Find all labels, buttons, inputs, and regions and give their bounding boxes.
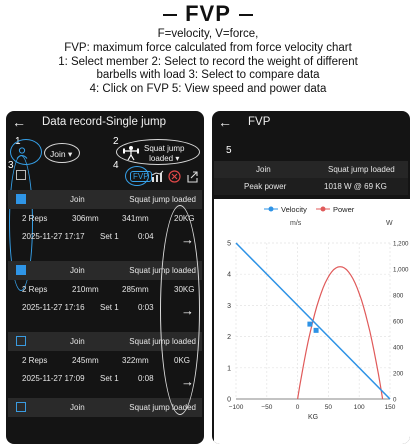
- annotation-4: 4: [113, 160, 119, 171]
- x-tick-label: −50: [261, 404, 272, 411]
- x-tick-label: 50: [325, 404, 333, 411]
- desc-line: FVP: maximum force calculated from force…: [64, 41, 352, 54]
- record-member: Join: [70, 266, 85, 275]
- record-member: Join: [70, 403, 85, 412]
- record-height1: 210mm: [72, 285, 99, 294]
- share-icon[interactable]: [186, 170, 199, 183]
- y-left-tick-label: 1: [227, 365, 231, 372]
- record-reps: 2 Reps: [22, 214, 48, 223]
- peak-row: Peak power 1018 W @ 69 KG: [214, 178, 408, 195]
- member-row: Join Squat jump loaded: [214, 161, 408, 178]
- record-checkbox[interactable]: [16, 265, 26, 275]
- record-reps: 2 Reps: [22, 285, 48, 294]
- peak-value: 1018 W @ 69 KG: [324, 182, 387, 191]
- record-reps: 2 Reps: [22, 356, 48, 365]
- member-name: Join: [256, 165, 271, 174]
- load-type: Squat jump loaded: [328, 165, 395, 174]
- page-title: FVP: [248, 116, 271, 128]
- x-tick-label: 0: [296, 404, 300, 411]
- highlight-ring: [125, 166, 149, 186]
- arrow-left-icon[interactable]: ←: [12, 114, 26, 130]
- record-height2: 322mm: [122, 356, 149, 365]
- x-tick-label: 150: [385, 404, 396, 411]
- record-checkbox[interactable]: [16, 402, 26, 412]
- y-left-tick-label: 3: [227, 303, 231, 310]
- velocity-data-point: [313, 327, 319, 333]
- y-right-tick-label: 1,200: [393, 241, 409, 248]
- record-height2: 341mm: [122, 214, 149, 223]
- y-right-tick-label: 800: [393, 293, 404, 300]
- desc-line: barbells with load 3: Select to compare …: [96, 69, 320, 82]
- page-title: Data record-Single jump: [42, 116, 167, 128]
- left-screen: ← Data record-Single jump 1 2 3 4 Join ▾…: [6, 111, 204, 444]
- legend-velocity-label: Velocity: [281, 205, 307, 214]
- y-left-tick-label: 2: [227, 334, 231, 341]
- header-title: FVP: [0, 1, 416, 27]
- record-checkbox[interactable]: [16, 336, 26, 346]
- record-load-type: Squat jump loaded: [129, 195, 196, 204]
- y-left-unit: m/s: [290, 220, 302, 227]
- y-left-tick-label: 4: [227, 272, 231, 279]
- arrow-left-icon[interactable]: ←: [218, 114, 232, 130]
- desc-line: F=velocity, V=force,: [157, 28, 259, 40]
- record-date: 2025-11-27 17:17: [22, 232, 85, 241]
- fvp-chart-svg: Velocity Powerm/s W01234502004006008001,00…: [227, 205, 409, 421]
- right-screen: ← FVP 5 Join Squat jump loaded Peak powe…: [212, 111, 410, 444]
- member-select-label: Join ▾: [50, 149, 73, 159]
- record-time: 0:04: [138, 232, 154, 241]
- record-date: 2025-11-27 17:16: [22, 303, 85, 312]
- highlight-ring: [160, 205, 200, 415]
- record-set: Set 1: [100, 232, 119, 241]
- record-time: 0:03: [138, 303, 154, 312]
- desc-line: 1: Select member 2: Select to record the…: [58, 55, 358, 68]
- record-header: Join Squat jump loaded: [8, 190, 202, 209]
- y-right-tick-label: 400: [393, 345, 404, 352]
- record-set: Set 1: [100, 374, 119, 383]
- chart-icon[interactable]: [151, 170, 164, 183]
- top-bar: ← Data record-Single jump: [6, 111, 204, 135]
- record-height1: 245mm: [72, 356, 99, 365]
- x-axis-label: KG: [308, 414, 318, 421]
- y-left-tick-label: 5: [227, 241, 231, 248]
- y-right-unit: W: [386, 220, 393, 227]
- y-right-tick-label: 600: [393, 319, 404, 326]
- legend-power-label: Power: [333, 205, 355, 214]
- x-tick-label: −100: [229, 404, 244, 411]
- x-tick-label: 100: [354, 404, 365, 411]
- record-member: Join: [70, 337, 85, 346]
- annotation-2: 2: [113, 136, 119, 147]
- record-date: 2025-11-27 17:09: [22, 374, 85, 383]
- record-checkbox[interactable]: [16, 194, 26, 204]
- record-height1: 306mm: [72, 214, 99, 223]
- y-right-tick-label: 200: [393, 371, 404, 378]
- y-left-tick-label: 0: [227, 397, 231, 404]
- desc-line: 4: Click on FVP 5: View speed and power …: [89, 83, 327, 96]
- annotation-5: 5: [226, 145, 232, 156]
- record-member: Join: [70, 195, 85, 204]
- peak-label: Peak power: [244, 182, 287, 191]
- load-select-label: Squat jump loaded ▾: [144, 144, 185, 163]
- record-time: 0:08: [138, 374, 154, 383]
- header-description: F=velocity, V=force, FVP: maximum force …: [0, 28, 416, 97]
- delete-icon[interactable]: [168, 170, 181, 183]
- record-height2: 285mm: [122, 285, 149, 294]
- top-bar: ← FVP: [212, 111, 410, 135]
- velocity-data-point: [307, 321, 313, 327]
- record-set: Set 1: [100, 303, 119, 312]
- fvp-chart: Velocity Power m/s W 0 1 2 3 4 5 0 200 400 600 800 1,00…: [214, 199, 410, 444]
- y-right-tick-label: 0: [393, 397, 397, 404]
- y-right-tick-label: 1,000: [393, 267, 409, 274]
